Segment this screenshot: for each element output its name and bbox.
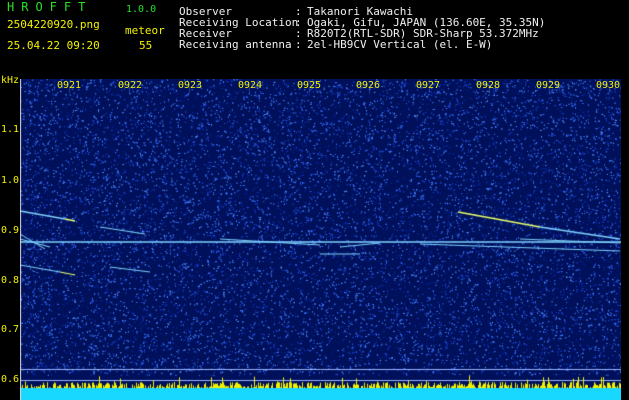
x-tick-label: 0925 (297, 80, 322, 91)
x-tick-label: 0921 (57, 80, 82, 91)
y-tick-label: 0.8 (1, 275, 20, 286)
y-tick-label: 1.0 (1, 175, 20, 186)
meteor-label: meteor (125, 24, 165, 37)
axis-unit-label: kHz (1, 75, 20, 86)
x-tick-label: 0927 (416, 80, 441, 91)
y-tick-label: 0.7 (1, 324, 20, 335)
meteor-count: 55 (139, 39, 153, 52)
x-tick-label: 0930 (596, 80, 621, 91)
info-value: 2el-HB9CV Vertical (el. E-W) (307, 38, 493, 51)
info-key: Receiving antenna (179, 38, 292, 51)
y-tick-label: 1.1 (1, 124, 20, 135)
y-tick-label: 0.6 (1, 374, 20, 385)
filename: 2504220920.png (7, 18, 100, 31)
x-tick-label: 0924 (238, 80, 263, 91)
x-tick-label: 0926 (356, 80, 381, 91)
x-tick-label: 0929 (536, 80, 561, 91)
app-name: HROFFT (7, 0, 93, 14)
app-version: 1.0.0 (126, 4, 157, 15)
spectrogram-plot (20, 79, 621, 400)
y-tick-label: 0.9 (1, 225, 20, 236)
x-tick-label: 0928 (476, 80, 501, 91)
info-row-antenna: Receiving antenna:2el-HB9CV Vertical (el… (179, 38, 493, 51)
x-tick-label: 0922 (118, 80, 143, 91)
x-tick-label: 0923 (178, 80, 203, 91)
datetime: 25.04.22 09:20 (7, 39, 100, 52)
